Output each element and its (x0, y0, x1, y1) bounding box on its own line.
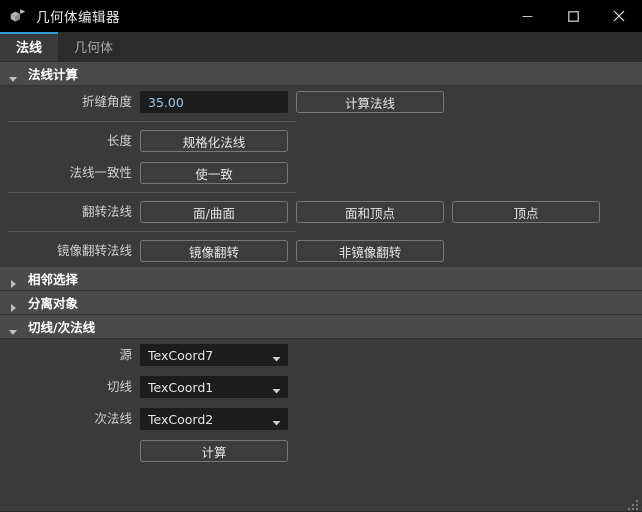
row-fields: 计算 (140, 440, 288, 462)
action-button[interactable]: 面/曲面 (140, 201, 288, 223)
row-separator (8, 192, 296, 193)
row-fields: TexCoord2 (140, 408, 288, 430)
chevron-down-icon (8, 322, 18, 335)
row-label: 折缝角度 (81, 94, 132, 109)
section-title: 相邻选择 (28, 272, 79, 287)
geometry-cube-icon (9, 7, 27, 25)
maximize-icon[interactable] (550, 0, 596, 32)
tab-label: 几何体 (74, 41, 114, 56)
minimize-icon[interactable] (504, 0, 550, 32)
property-row: 镜像翻转法线 镜像翻转 非镜像翻转 (0, 235, 642, 267)
chevron-down-icon (8, 69, 18, 82)
row-label: 镜像翻转法线 (56, 243, 132, 258)
section-body-0: 折缝角度 35.00 计算法线 长度 规格化法线 法线一致性 使一致 翻转法线 面/曲面 面和顶点… (0, 86, 642, 267)
section-body-3: 源 TexCoord7 切线 TexCoord1 次法线 TexCoord2 计算 (0, 339, 642, 467)
dropdown-select[interactable]: TexCoord1 (140, 376, 288, 398)
action-button[interactable]: 非镜像翻转 (296, 240, 444, 262)
row-label: 翻转法线 (81, 204, 132, 219)
action-button[interactable]: 使一致 (140, 162, 288, 184)
property-row: 源 TexCoord7 (0, 339, 642, 371)
row-label: 次法线 (94, 411, 132, 426)
property-row: 翻转法线 面/曲面 面和顶点 顶点 (0, 196, 642, 228)
row-label: 法线一致性 (69, 165, 132, 180)
row-label: 切线 (106, 379, 132, 394)
chevron-down-icon (272, 351, 281, 361)
row-label: 长度 (106, 133, 132, 148)
tab-0[interactable]: 法线 (0, 32, 59, 61)
section-title: 法线计算 (28, 67, 79, 82)
row-fields: 面/曲面 面和顶点 顶点 (140, 201, 600, 223)
section-header-0[interactable]: 法线计算 (0, 62, 642, 86)
dropdown-value: TexCoord1 (148, 379, 214, 395)
dropdown-select[interactable]: TexCoord2 (140, 408, 288, 430)
tab-bar: 法线 几何体 (0, 32, 642, 62)
tab-1[interactable]: 几何体 (58, 32, 129, 61)
section-header-1[interactable]: 相邻选择 (0, 267, 642, 291)
close-icon[interactable] (596, 0, 642, 32)
action-button[interactable]: 镜像翻转 (140, 240, 288, 262)
row-fields: TexCoord7 (140, 344, 288, 366)
window-controls (504, 0, 642, 32)
property-row: 长度 规格化法线 (0, 125, 642, 157)
section-header-2[interactable]: 分离对象 (0, 291, 642, 315)
property-row: 切线 TexCoord1 (0, 371, 642, 403)
row-fields: 镜像翻转 非镜像翻转 (140, 240, 444, 262)
chevron-right-icon (8, 274, 18, 288)
row-fields: 35.00 计算法线 (140, 91, 444, 113)
action-button[interactable]: 计算法线 (296, 91, 444, 113)
dropdown-value: TexCoord2 (148, 411, 214, 427)
panel-body: 法线计算 折缝角度 35.00 计算法线 长度 规格化法线 法线一致性 使一致 翻转法线 面/曲面… (0, 62, 642, 511)
action-button[interactable]: 计算 (140, 440, 288, 462)
row-separator (8, 121, 296, 122)
row-fields: 使一致 (140, 162, 288, 184)
action-button[interactable]: 面和顶点 (296, 201, 444, 223)
dropdown-select[interactable]: TexCoord7 (140, 344, 288, 366)
section-title: 切线/次法线 (28, 320, 96, 335)
property-row: 次法线 TexCoord2 (0, 403, 642, 435)
property-row: 法线一致性 使一致 (0, 157, 642, 189)
section-header-3[interactable]: 切线/次法线 (0, 315, 642, 339)
row-fields: TexCoord1 (140, 376, 288, 398)
dropdown-value: TexCoord7 (148, 347, 214, 363)
action-button[interactable]: 规格化法线 (140, 130, 288, 152)
geometry-editor-window: 几何体编辑器 法线 几何体 法线计算 折缝角度 35.00 计算法线 长度 规格化法线 法线一… (0, 0, 642, 512)
chevron-right-icon (8, 298, 18, 312)
row-separator (8, 231, 296, 232)
chevron-down-icon (272, 383, 281, 393)
property-row: 计算 (0, 435, 642, 467)
row-label: 源 (119, 347, 132, 362)
title-bar: 几何体编辑器 (0, 0, 642, 32)
tab-label: 法线 (16, 41, 43, 56)
title-bar-left: 几何体编辑器 (0, 6, 120, 26)
window-title: 几何体编辑器 (36, 10, 120, 26)
resize-grip[interactable] (626, 496, 639, 510)
chevron-down-icon (272, 415, 281, 425)
row-fields: 规格化法线 (140, 130, 288, 152)
action-button[interactable]: 顶点 (452, 201, 600, 223)
property-row: 折缝角度 35.00 计算法线 (0, 86, 642, 118)
numeric-input[interactable]: 35.00 (140, 91, 288, 113)
section-title: 分离对象 (28, 296, 79, 311)
